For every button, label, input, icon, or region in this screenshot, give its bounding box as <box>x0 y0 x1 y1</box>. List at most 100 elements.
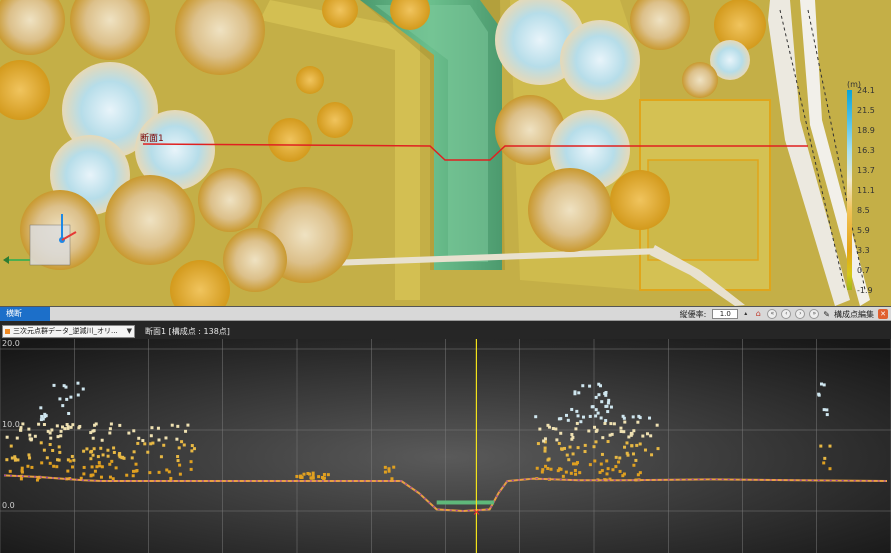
scatter-point <box>588 463 592 467</box>
scatter-point <box>95 465 99 469</box>
scatter-point <box>632 463 636 467</box>
scatter-point <box>383 470 387 474</box>
scatter-point <box>571 452 575 456</box>
tab-cross-section[interactable]: 横断 <box>0 307 50 321</box>
scatter-point <box>112 446 116 450</box>
scatter-point <box>575 409 579 413</box>
scatter-point <box>630 432 634 436</box>
scatter-point <box>71 423 75 427</box>
scatter-point <box>622 430 626 434</box>
last-icon[interactable]: » <box>809 309 820 319</box>
scatter-point <box>302 472 306 476</box>
scatter-point <box>186 423 190 427</box>
scatter-point <box>540 470 544 474</box>
point-cloud-viewport[interactable]: 断面1 (m) 24.1 21.5 18.9 16.3 13.7 11.1 8.5 5.9 3.… <box>0 0 891 306</box>
scatter-point <box>559 467 563 471</box>
scatter-point <box>182 443 186 447</box>
spin-icon[interactable]: ▴ <box>742 309 749 319</box>
scatter-point <box>581 384 585 388</box>
scatter-point <box>543 446 547 450</box>
scatter-point <box>578 471 582 475</box>
edit-points-button[interactable]: 構成点編集 <box>834 309 874 320</box>
scatter-point <box>149 442 153 446</box>
scatter-point <box>59 434 63 438</box>
scatter-point <box>650 453 654 457</box>
scatter-point <box>177 446 181 450</box>
dataset-select[interactable]: 三次元点群データ_逆減川_オリ... ▼ <box>2 325 135 338</box>
scatter-point <box>557 441 561 445</box>
scatter-point <box>618 456 622 460</box>
scatter-point <box>631 452 635 456</box>
scatter-point <box>81 387 85 391</box>
scatter-point <box>13 458 17 462</box>
scatter-point <box>69 425 73 429</box>
scatter-point <box>587 429 591 433</box>
next-icon[interactable]: › <box>795 309 806 319</box>
scatter-point <box>822 461 826 465</box>
scatter-point <box>68 459 72 463</box>
scatter-point <box>655 423 659 427</box>
scatter-point <box>636 420 640 424</box>
scatter-point <box>40 414 44 418</box>
cross-section-chart: × <box>0 339 891 553</box>
scatter-point <box>39 406 43 410</box>
scatter-point <box>190 449 194 453</box>
cross-section-plot[interactable]: × 20.0 10.0 0.0 <box>0 339 891 553</box>
scatter-point <box>48 442 52 446</box>
scatter-point <box>148 471 152 475</box>
scatter-point <box>58 450 62 454</box>
section-label: 断面1 <box>140 134 164 144</box>
scatter-point <box>175 437 179 441</box>
scatter-point <box>547 425 551 429</box>
scatter-point <box>176 455 180 459</box>
legend-tick: 5.9 <box>857 226 870 235</box>
scatter-point <box>822 408 826 412</box>
scatter-point <box>5 435 9 439</box>
scatter-point <box>576 446 580 450</box>
y-tick-label: 0.0 <box>2 501 15 510</box>
scatter-point <box>89 450 93 454</box>
scatter-point <box>390 477 394 481</box>
scatter-point <box>309 476 313 480</box>
scatter-point <box>100 438 104 442</box>
scatter-point <box>26 464 30 468</box>
scatter-point <box>118 452 122 456</box>
home-icon[interactable]: ⌂ <box>753 309 763 319</box>
scatter-point <box>322 472 326 476</box>
scatter-point <box>573 390 577 394</box>
scatter-point <box>99 475 103 479</box>
scatter-point <box>98 464 102 468</box>
scatter-point <box>28 433 32 437</box>
scatter-point <box>588 414 592 418</box>
scatter-point <box>576 414 580 418</box>
scatter-point <box>819 382 823 386</box>
scatter-point <box>828 467 832 471</box>
scatter-point <box>649 434 653 438</box>
scatter-point <box>176 459 180 463</box>
scatter-point <box>19 477 23 481</box>
scatter-point <box>619 429 623 433</box>
scatter-point <box>97 461 101 465</box>
scatter-point <box>557 417 561 421</box>
scatter-point <box>43 412 47 416</box>
scatter-point <box>52 464 56 468</box>
scatter-point <box>27 453 31 457</box>
scatter-point <box>91 429 95 433</box>
scatter-point <box>582 415 586 419</box>
scatter-point <box>605 472 609 476</box>
scatter-point <box>40 461 44 465</box>
close-icon[interactable]: ✕ <box>878 309 888 319</box>
prev-icon[interactable]: ‹ <box>781 309 792 319</box>
edit-icon: ✎ <box>823 309 830 319</box>
scatter-point <box>392 465 396 469</box>
first-icon[interactable]: « <box>767 309 778 319</box>
vertical-ratio-input[interactable]: 1.0 <box>712 309 739 319</box>
scatter-point <box>131 474 135 478</box>
scatter-point <box>59 429 63 433</box>
scatter-point <box>141 439 145 443</box>
scatter-point <box>93 469 97 473</box>
scatter-point <box>159 455 163 459</box>
scatter-point <box>828 444 832 448</box>
scatter-point <box>58 397 62 401</box>
scatter-point <box>566 418 570 422</box>
